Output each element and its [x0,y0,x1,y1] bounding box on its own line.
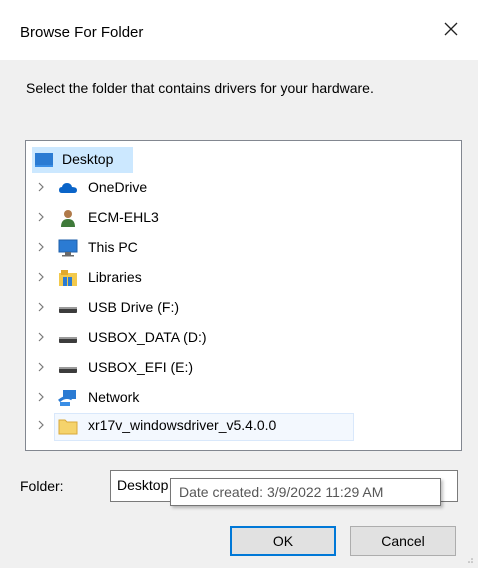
folder-icon [58,419,78,435]
chevron-right-icon[interactable] [36,391,46,403]
ok-button[interactable]: OK [230,526,336,556]
tree-item-driver-folder[interactable]: xr17v_windowsdriver_v5.4.0.0 [26,413,461,441]
chevron-right-icon[interactable] [36,211,46,223]
drive-icon [59,367,77,373]
tree-item-label: xr17v_windowsdriver_v5.4.0.0 [88,417,277,433]
tree-item-label: USBOX_DATA (D:) [88,329,207,345]
user-icon [61,210,75,227]
resize-grip-icon[interactable] [464,554,474,564]
tree-item-desktop[interactable]: Desktop [26,147,461,173]
tree-item-libraries[interactable]: Libraries [26,265,461,291]
tree-item-usbox-data[interactable]: USBOX_DATA (D:) [26,325,461,351]
tree-item-label: OneDrive [88,179,148,195]
chevron-right-icon[interactable] [36,271,46,283]
computer-icon [58,239,78,257]
chevron-right-icon[interactable] [36,361,46,373]
tree-item-label: USBOX_EFI (E:) [88,359,194,375]
tooltip-text: Date created: 3/9/2022 11:29 AM [179,484,384,500]
folder-tree[interactable]: Desktop OneDrive ECM-EHL3 This PC Librar… [25,140,462,451]
close-icon[interactable] [440,18,462,40]
dialog-title: Browse For Folder [20,24,144,41]
network-icon [58,390,76,406]
chevron-right-icon[interactable] [36,419,46,431]
folder-label: Folder: [20,478,64,494]
tree-item-label: Desktop [62,151,114,167]
cloud-icon [59,183,77,193]
desktop-icon [35,153,53,167]
tree-item-label: USB Drive (F:) [88,299,179,315]
chevron-right-icon[interactable] [36,241,46,253]
chevron-right-icon[interactable] [36,331,46,343]
date-created-tooltip: Date created: 3/9/2022 11:29 AM [170,478,441,506]
folder-input-value: Desktop [117,477,169,493]
libraries-icon [59,270,77,286]
cancel-button[interactable]: Cancel [350,526,456,556]
tree-item-this-pc[interactable]: This PC [26,235,461,261]
chevron-right-icon[interactable] [36,301,46,313]
chevron-right-icon[interactable] [36,181,46,193]
tree-item-label: This PC [88,239,138,255]
tree-item-usb-drive[interactable]: USB Drive (F:) [26,295,461,321]
tree-item-usbox-efi[interactable]: USBOX_EFI (E:) [26,355,461,381]
browse-for-folder-dialog: Browse For Folder Select the folder that… [0,0,478,568]
tree-item-onedrive[interactable]: OneDrive [26,175,461,201]
title-bar: Browse For Folder [0,0,478,60]
tree-item-label: ECM-EHL3 [88,209,159,225]
tree-item-label: Network [88,389,140,405]
drive-icon [59,337,77,343]
tree-item-user[interactable]: ECM-EHL3 [26,205,461,231]
instruction-text: Select the folder that contains drivers … [26,80,374,96]
tree-item-label: Libraries [88,269,142,285]
tree-item-network[interactable]: Network [26,385,461,411]
drive-icon [59,307,77,313]
